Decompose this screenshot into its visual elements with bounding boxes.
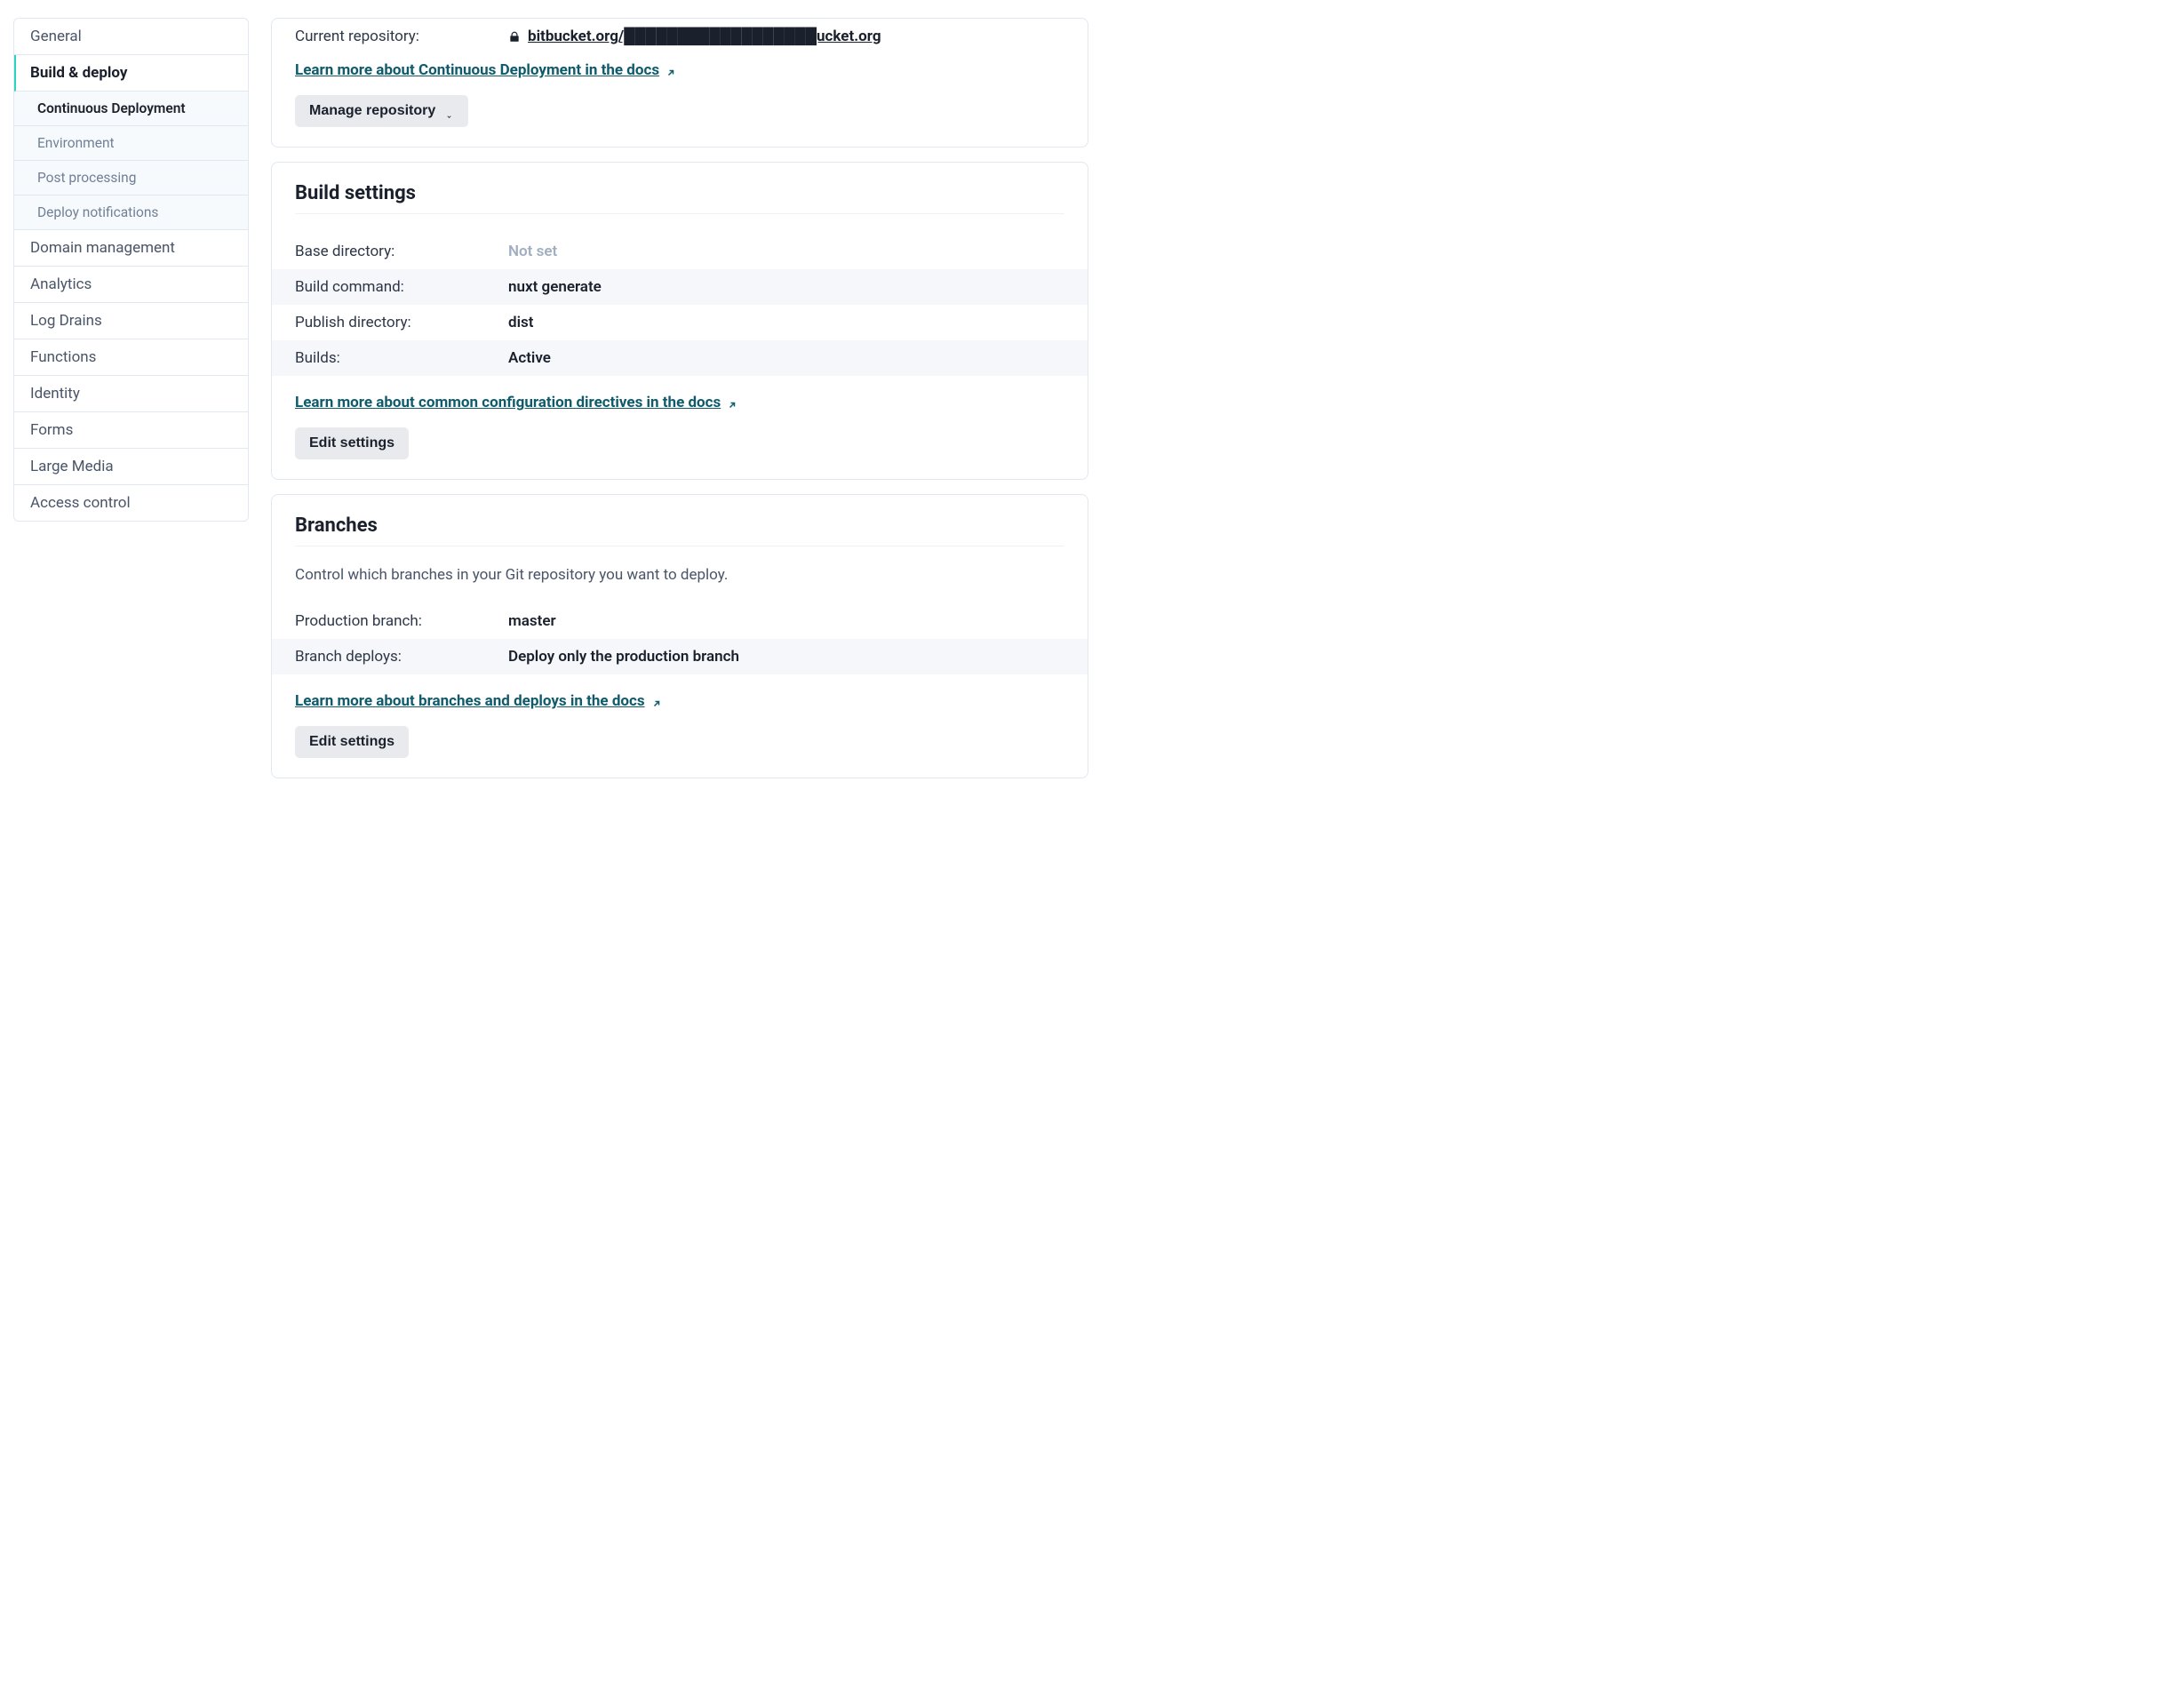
manage-repository-label: Manage repository [309, 103, 435, 119]
production-branch-value: master [508, 612, 556, 630]
branch-deploys-label: Branch deploys: [295, 648, 508, 666]
build-row-builds: Builds: Active [272, 340, 1088, 376]
production-branch-label: Production branch: [295, 612, 508, 630]
base-directory-value: Not set [508, 243, 557, 260]
edit-build-settings-label: Edit settings [309, 435, 395, 451]
learn-more-config-link[interactable]: Learn more about common configuration di… [295, 394, 737, 411]
build-settings-table: Base directory: Not set Build command: n… [272, 234, 1088, 376]
branches-description: Control which branches in your Git repos… [295, 566, 1064, 584]
publish-directory-label: Publish directory: [295, 314, 508, 331]
sidebar-item-forms[interactable]: Forms [14, 412, 248, 449]
publish-directory-value: dist [508, 314, 533, 331]
manage-repository-button[interactable]: Manage repository [295, 95, 468, 127]
build-row-publish-directory: Publish directory: dist [272, 305, 1088, 340]
learn-more-cd-link[interactable]: Learn more about Continuous Deployment i… [295, 61, 676, 79]
build-command-label: Build command: [295, 278, 508, 296]
build-command-value: nuxt generate [508, 278, 602, 296]
learn-more-cd-text: Learn more about Continuous Deployment i… [295, 61, 659, 79]
learn-more-branches-text: Learn more about branches and deploys in… [295, 692, 645, 710]
edit-branches-settings-button[interactable]: Edit settings [295, 726, 409, 758]
sidebar-sub-continuous-deployment[interactable]: Continuous Deployment [14, 92, 248, 126]
learn-more-config-text: Learn more about common configuration di… [295, 394, 721, 411]
edit-build-settings-button[interactable]: Edit settings [295, 427, 409, 459]
branches-heading: Branches [295, 514, 1064, 546]
branch-deploys-value: Deploy only the production branch [508, 648, 739, 666]
sidebar-item-analytics[interactable]: Analytics [14, 267, 248, 303]
edit-branches-settings-label: Edit settings [309, 734, 395, 750]
build-row-base-directory: Base directory: Not set [272, 234, 1088, 269]
sidebar-item-large-media[interactable]: Large Media [14, 449, 248, 485]
sidebar-sub-post-processing[interactable]: Post processing [14, 161, 248, 195]
branch-row-deploys: Branch deploys: Deploy only the producti… [272, 639, 1088, 674]
repository-card: Current repository: bitbucket.org/██████… [271, 18, 1088, 148]
repository-link[interactable]: bitbucket.org/██████████████████ucket.or… [528, 28, 881, 45]
chevron-down-icon [444, 108, 454, 115]
build-row-build-command: Build command: nuxt generate [272, 269, 1088, 305]
learn-more-branches-link[interactable]: Learn more about branches and deploys in… [295, 692, 662, 710]
build-settings-heading: Build settings [295, 182, 1064, 214]
build-settings-card: Build settings Base directory: Not set B… [271, 162, 1088, 480]
branch-row-production: Production branch: master [272, 603, 1088, 639]
sidebar-item-functions[interactable]: Functions [14, 339, 248, 376]
sidebar-item-identity[interactable]: Identity [14, 376, 248, 412]
external-link-icon [727, 397, 737, 408]
sidebar-item-domain-management[interactable]: Domain management [14, 230, 248, 267]
builds-value: Active [508, 349, 551, 367]
sidebar-item-access-control[interactable]: Access control [14, 485, 248, 521]
settings-sidebar: General Build & deploy Continuous Deploy… [13, 18, 249, 522]
sidebar-sub-build-deploy: Continuous Deployment Environment Post p… [14, 92, 248, 230]
sidebar-item-general[interactable]: General [14, 19, 248, 55]
sidebar-sub-deploy-notifications[interactable]: Deploy notifications [14, 195, 248, 230]
lock-icon [508, 30, 521, 44]
branches-table: Production branch: master Branch deploys… [272, 603, 1088, 674]
sidebar-item-log-drains[interactable]: Log Drains [14, 303, 248, 339]
base-directory-label: Base directory: [295, 243, 508, 260]
sidebar-item-build-deploy[interactable]: Build & deploy [14, 55, 248, 92]
current-repository-label: Current repository: [295, 28, 508, 45]
sidebar-sub-environment[interactable]: Environment [14, 126, 248, 161]
builds-label: Builds: [295, 349, 508, 367]
external-link-icon [651, 696, 662, 706]
external-link-icon [666, 65, 676, 76]
branches-card: Branches Control which branches in your … [271, 494, 1088, 778]
